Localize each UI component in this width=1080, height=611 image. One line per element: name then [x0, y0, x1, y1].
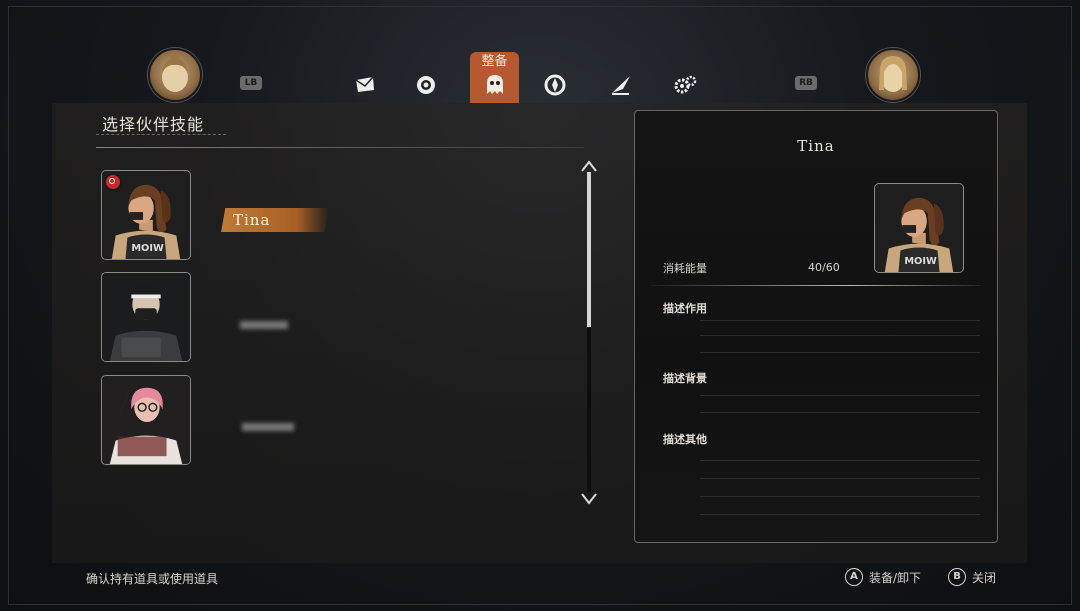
- left-character-avatar[interactable]: [148, 48, 202, 102]
- footer-hint: 确认持有道具或使用道具: [86, 572, 219, 586]
- text-rule: [700, 320, 980, 321]
- quill-icon[interactable]: [606, 70, 636, 100]
- title-underline: [96, 134, 226, 136]
- text-rule: [700, 478, 980, 479]
- companion-list-scrollbar[interactable]: [578, 160, 600, 505]
- tab-equip-label: 整备: [481, 54, 508, 69]
- ghost-icon: [486, 75, 503, 94]
- text-rule: [700, 395, 980, 396]
- text-rule: [700, 335, 980, 336]
- description-background-label: 描述背景: [663, 372, 707, 385]
- description-effect-label: 描述作用: [663, 302, 707, 315]
- companion-3-portrait: [102, 376, 190, 464]
- detail-companion-name: Tina: [797, 137, 835, 155]
- equip-unequip-label: 装备/卸下: [869, 570, 922, 585]
- scroll-thumb[interactable]: [587, 172, 591, 327]
- svg-text:MOIW: MOIW: [904, 256, 937, 267]
- companion-card-3[interactable]: [101, 375, 191, 465]
- companion-name-tag-tina[interactable]: Tina: [221, 208, 329, 232]
- compass-icon[interactable]: [540, 70, 570, 100]
- equip-unequip-button[interactable]: A 装备/卸下: [845, 568, 921, 586]
- detail-portrait: MOIW: [874, 183, 964, 273]
- eye-icon[interactable]: [411, 70, 441, 100]
- close-label: 关闭: [972, 570, 997, 585]
- title-divider: [96, 147, 584, 148]
- svg-text:MOIW: MOIW: [131, 243, 164, 254]
- energy-cost-label: 消耗能量: [663, 262, 707, 275]
- text-rule: [700, 514, 980, 515]
- mail-icon[interactable]: [350, 70, 380, 100]
- b-button-icon: B: [948, 568, 966, 586]
- companion-2-portrait: [102, 273, 190, 361]
- equipped-badge-icon: [104, 173, 122, 191]
- companion-card-2[interactable]: [101, 272, 191, 362]
- page-title: 选择伙伴技能: [102, 115, 205, 134]
- companion-2-name-blurred: [240, 321, 288, 329]
- text-rule: [700, 412, 980, 413]
- text-rule: [700, 496, 980, 497]
- text-rule: [700, 460, 980, 461]
- rb-bumper-icon[interactable]: RB: [795, 76, 817, 90]
- energy-cost-value: 40/60: [808, 261, 840, 274]
- scroll-up-arrow-icon[interactable]: [580, 160, 598, 172]
- close-button[interactable]: B 关闭: [948, 568, 996, 586]
- scroll-down-arrow-icon[interactable]: [580, 493, 598, 505]
- gears-icon[interactable]: [670, 70, 700, 100]
- text-rule: [700, 352, 980, 353]
- energy-divider: [650, 285, 980, 286]
- a-button-icon: A: [845, 568, 863, 586]
- right-character-avatar[interactable]: [866, 48, 920, 102]
- companion-3-name-blurred: [242, 423, 294, 431]
- lb-bumper-icon[interactable]: LB: [240, 76, 262, 90]
- description-other-label: 描述其他: [663, 433, 707, 446]
- tab-equip[interactable]: 整备: [470, 52, 519, 103]
